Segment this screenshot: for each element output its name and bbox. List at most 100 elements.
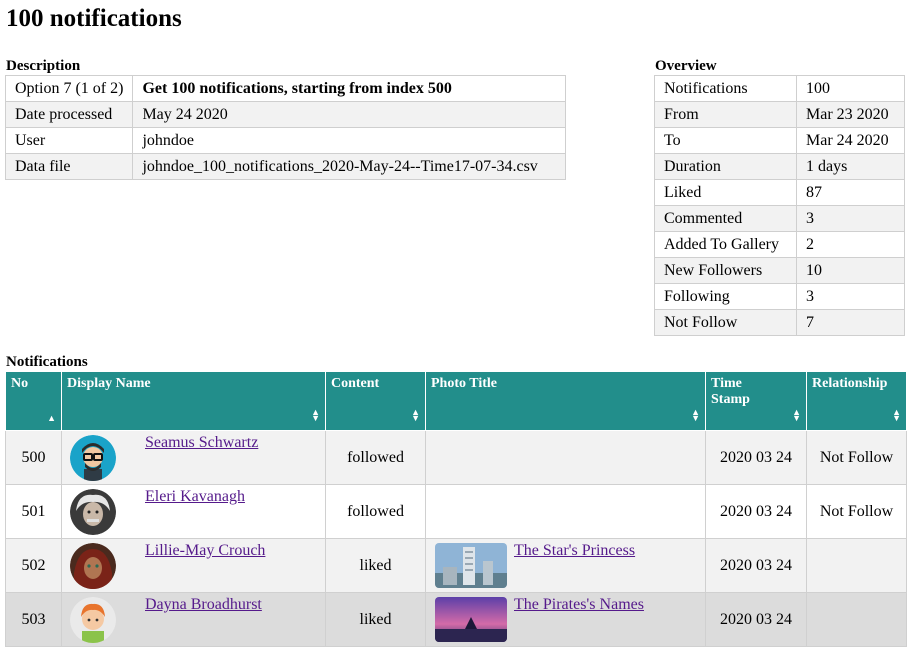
cell-photo-title: The Star's Princess (425, 538, 706, 593)
overview-row: Not Follow 7 (654, 309, 905, 336)
column-header-display-name[interactable]: Display Name ▲ ▼ (61, 371, 326, 431)
sort-asc-icon[interactable]: ▲ (47, 414, 56, 423)
overview-row: From Mar 23 2020 (654, 101, 905, 128)
cell-photo-title (425, 430, 706, 485)
cell-relationship: Not Follow (806, 484, 907, 539)
overview-key: New Followers (654, 257, 797, 284)
avatar[interactable] (70, 435, 116, 481)
overview-row: New Followers 10 (654, 257, 905, 284)
overview-row: To Mar 24 2020 (654, 127, 905, 154)
sort-both-icon[interactable]: ▲ ▼ (792, 408, 801, 423)
sort-both-icon[interactable]: ▲ ▼ (411, 408, 420, 423)
cell-content: liked (325, 538, 426, 593)
cell-photo-title: The Pirates's Names (425, 592, 706, 647)
description-key: Date processed (4, 101, 134, 128)
description-key: User (4, 127, 134, 154)
cell-display-name: Eleri Kavanagh (61, 484, 326, 539)
overview-value: Mar 24 2020 (796, 127, 905, 154)
sort-both-icon[interactable]: ▲ ▼ (691, 408, 700, 423)
cell-time-stamp: 2020 03 24 (705, 484, 807, 539)
cell-display-name: Seamus Schwartz (61, 430, 326, 485)
cell-time-stamp: 2020 03 24 (705, 430, 807, 485)
description-row: Option 7 (1 of 2) Get 100 notifications, … (4, 75, 567, 102)
overview-row: Following 3 (654, 283, 905, 310)
description-value: May 24 2020 (132, 101, 567, 128)
cell-no: 500 (5, 430, 62, 485)
overview-row: Commented 3 (654, 205, 905, 232)
overview-key: Following (654, 283, 797, 310)
description-row: Date processed May 24 2020 (4, 101, 567, 128)
overview-row: Duration 1 days (654, 153, 905, 180)
photo-thumbnail[interactable] (435, 543, 507, 588)
description-value: johndoe (132, 127, 567, 154)
table-row: 502 Lillie-May Crouch liked The Star's P… (5, 538, 907, 593)
overview-key: Commented (654, 205, 797, 232)
overview-value: 10 (796, 257, 905, 284)
display-name-link[interactable]: Lillie-May Crouch (145, 542, 265, 560)
column-header-photo-title[interactable]: Photo Title ▲ ▼ (425, 371, 706, 431)
description-row: User johndoe (4, 127, 567, 154)
cell-relationship: Not Follow (806, 430, 907, 485)
display-name-link[interactable]: Seamus Schwartz (145, 434, 258, 452)
cell-relationship (806, 538, 907, 593)
column-label: Relationship (812, 376, 888, 391)
cell-no: 503 (5, 592, 62, 647)
sort-both-icon[interactable]: ▲ ▼ (892, 408, 901, 423)
display-name-link[interactable]: Dayna Broadhurst (145, 596, 262, 614)
description-value: Get 100 notifications, starting from ind… (132, 75, 567, 102)
cell-display-name: Dayna Broadhurst (61, 592, 326, 647)
cell-no: 502 (5, 538, 62, 593)
column-label: Time Stamp (711, 376, 750, 407)
overview-key: Not Follow (654, 309, 797, 336)
description-caption: Description (6, 58, 81, 74)
cell-content: liked (325, 592, 426, 647)
cell-no: 501 (5, 484, 62, 539)
overview-key: To (654, 127, 797, 154)
photo-title-link[interactable]: The Pirates's Names (514, 596, 644, 614)
description-value: johndoe_100_notifications_2020-May-24--T… (132, 153, 567, 180)
overview-key: From (654, 101, 797, 128)
overview-key: Added To Gallery (654, 231, 797, 258)
column-label: No (11, 376, 29, 391)
overview-value: 7 (796, 309, 905, 336)
photo-title-link[interactable]: The Star's Princess (514, 542, 635, 560)
overview-value: 100 (796, 75, 905, 102)
cell-content: followed (325, 484, 426, 539)
overview-value: 2 (796, 231, 905, 258)
table-row: 500 Seamus Schwartz followed 2020 03 24 … (5, 430, 907, 485)
column-header-content[interactable]: Content ▲ ▼ (325, 371, 426, 431)
overview-value: 87 (796, 179, 905, 206)
table-row: 501 Eleri Kavanagh followed 2020 03 24 N… (5, 484, 907, 539)
page-title: 100 notifications (6, 5, 182, 32)
cell-time-stamp: 2020 03 24 (705, 538, 807, 593)
overview-caption: Overview (655, 58, 717, 74)
column-header-no[interactable]: No ▲ (5, 371, 62, 431)
avatar[interactable] (70, 597, 116, 643)
overview-value: 3 (796, 283, 905, 310)
overview-value: 1 days (796, 153, 905, 180)
overview-table: Notifications 100 From Mar 23 2020 To Mar 2… (654, 75, 905, 336)
overview-key: Liked (654, 179, 797, 206)
table-row: 503 Dayna Broadhurst liked The Pirates's… (5, 592, 907, 647)
cell-relationship (806, 592, 907, 647)
avatar[interactable] (70, 489, 116, 535)
overview-row: Notifications 100 (654, 75, 905, 102)
column-header-time-stamp[interactable]: Time Stamp ▲ ▼ (705, 371, 807, 431)
cell-display-name: Lillie-May Crouch (61, 538, 326, 593)
overview-value: 3 (796, 205, 905, 232)
display-name-link[interactable]: Eleri Kavanagh (145, 488, 245, 506)
notifications-table: No ▲ Display Name ▲ ▼ Content ▲ ▼ Photo Title… (5, 371, 907, 647)
overview-value: Mar 23 2020 (796, 101, 905, 128)
avatar[interactable] (70, 543, 116, 589)
cell-time-stamp: 2020 03 24 (705, 592, 807, 647)
cell-content: followed (325, 430, 426, 485)
description-row: Data file johndoe_100_notifications_2020-… (4, 153, 567, 180)
overview-row: Liked 87 (654, 179, 905, 206)
description-table: Option 7 (1 of 2) Get 100 notifications, … (4, 75, 567, 180)
column-header-relationship[interactable]: Relationship ▲ ▼ (806, 371, 907, 431)
photo-thumbnail[interactable] (435, 597, 507, 642)
sort-both-icon[interactable]: ▲ ▼ (311, 408, 320, 423)
overview-key: Duration (654, 153, 797, 180)
description-key: Option 7 (1 of 2) (4, 75, 134, 102)
description-key: Data file (4, 153, 134, 180)
